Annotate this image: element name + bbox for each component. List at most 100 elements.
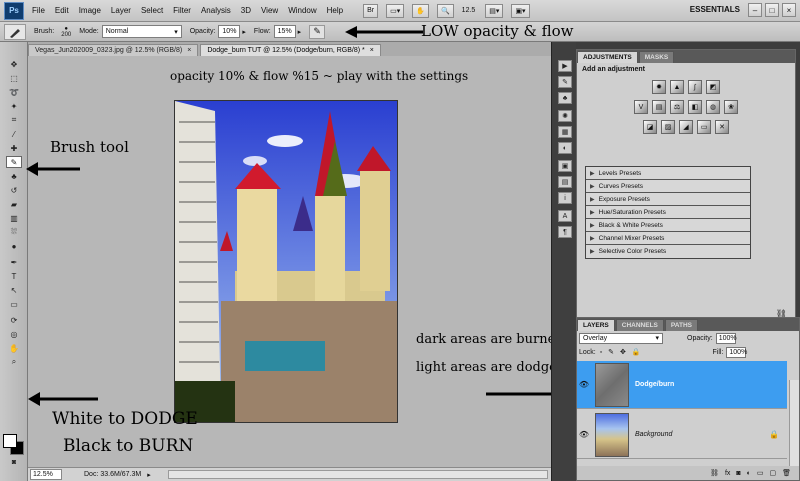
menu-view[interactable]: View <box>261 6 278 15</box>
history-brush-tool-icon[interactable]: ↺ <box>6 184 22 196</box>
tool-preset-picker[interactable] <box>4 23 26 40</box>
gradient-tool-icon[interactable]: ▥ <box>6 212 22 224</box>
foreground-color-swatch[interactable] <box>3 434 17 448</box>
path-select-tool-icon[interactable]: ↖ <box>6 284 22 296</box>
new-group-icon[interactable]: ▭ <box>757 469 764 477</box>
quick-mask-icon[interactable]: ◙ <box>6 456 22 468</box>
shape-tool-icon[interactable]: ▭ <box>6 298 22 310</box>
layers-scrollbar[interactable] <box>789 380 799 466</box>
preset-exposure[interactable]: ▶ Exposure Presets <box>586 193 750 206</box>
maximize-button[interactable]: □ <box>765 3 779 17</box>
horizontal-scrollbar[interactable] <box>168 470 548 479</box>
layer-background[interactable]: 👁 Background 🔒 <box>577 411 787 459</box>
type-tool-icon[interactable]: T <box>6 270 22 282</box>
black-white-icon[interactable]: ◧ <box>688 100 702 114</box>
invert-icon[interactable]: ◪ <box>643 120 657 134</box>
preset-hue-saturation[interactable]: ▶ Hue/Saturation Presets <box>586 206 750 219</box>
trash-icon[interactable]: 🗑 <box>782 469 791 477</box>
tab-paths[interactable]: PATHS <box>664 319 698 331</box>
3d-orbit-tool-icon[interactable]: ◎ <box>6 328 22 340</box>
adjustment-layer-icon[interactable]: ◐ <box>747 470 751 477</box>
dodge-tool-icon[interactable]: ● <box>6 240 22 252</box>
layer-opacity-input[interactable]: 100% <box>715 332 737 344</box>
exposure-icon[interactable]: ◩ <box>706 80 720 94</box>
move-tool-icon[interactable]: ✥ <box>6 58 22 70</box>
tab-masks[interactable]: MASKS <box>638 51 675 63</box>
paint-bucket-tool-icon[interactable]: ⛆ <box>6 226 22 238</box>
status-zoom-input[interactable]: 12.5% <box>30 469 62 480</box>
tab-vegas-photo[interactable]: Vegas_Jun202009_0323.jpg @ 12.5% (RGB/8)… <box>28 44 199 56</box>
close-button[interactable]: × <box>782 3 796 17</box>
lock-options-icon[interactable]: ▫ ✎ ✥ 🔒 <box>600 348 643 356</box>
quick-select-tool-icon[interactable]: ✦ <box>6 100 22 112</box>
vibrance-icon[interactable]: V <box>634 100 648 114</box>
close-icon[interactable]: × <box>187 47 191 54</box>
eye-icon[interactable]: 👁 <box>577 430 591 439</box>
close-icon[interactable]: × <box>370 47 374 54</box>
document-image[interactable] <box>174 100 398 423</box>
pen-tool-icon[interactable]: ✒ <box>6 256 22 268</box>
clone-stamp-tool-icon[interactable]: ♣ <box>6 170 22 182</box>
menu-help[interactable]: Help <box>327 6 343 15</box>
lasso-tool-icon[interactable]: ➰ <box>6 86 22 98</box>
menu-3d[interactable]: 3D <box>241 6 251 15</box>
zoom-tool-button[interactable]: 🔍 <box>436 3 454 18</box>
clone-source-icon[interactable]: ♣ <box>558 92 572 104</box>
tab-layers[interactable]: LAYERS <box>577 319 615 331</box>
tab-dodge-burn[interactable]: Dodge_burn TUT @ 12.5% (Dodge/burn, RGB/… <box>200 44 381 56</box>
eye-icon[interactable]: 👁 <box>577 380 591 389</box>
crop-tool-icon[interactable]: ⌗ <box>6 114 22 126</box>
blend-mode-select[interactable]: Overlay ▾ <box>579 332 663 344</box>
hue-saturation-icon[interactable]: ▤ <box>652 100 666 114</box>
preset-levels[interactable]: ▶ Levels Presets <box>586 167 750 180</box>
navigator-panel-icon[interactable]: ▣ <box>558 160 572 172</box>
preset-black-white[interactable]: ▶ Black & White Presets <box>586 219 750 232</box>
arrange-documents-button[interactable]: ▤▾ <box>485 3 504 18</box>
menu-file[interactable]: File <box>32 6 45 15</box>
minimize-button[interactable]: – <box>748 3 762 17</box>
menu-filter[interactable]: Filter <box>173 6 191 15</box>
marquee-tool-icon[interactable]: ⬚ <box>6 72 22 84</box>
menu-window[interactable]: Window <box>288 6 316 15</box>
view-extras-button[interactable]: ▭▾ <box>386 3 405 18</box>
levels-icon[interactable]: ▲ <box>670 80 684 94</box>
menu-layer[interactable]: Layer <box>111 6 131 15</box>
brightness-icon[interactable]: ✹ <box>652 80 666 94</box>
color-panel-icon[interactable]: ✺ <box>558 110 572 122</box>
threshold-icon[interactable]: ◢ <box>679 120 693 134</box>
brushes-panel-icon[interactable]: ✎ <box>558 76 572 88</box>
status-menu-icon[interactable]: ▸ <box>147 471 151 479</box>
tab-channels[interactable]: CHANNELS <box>615 319 664 331</box>
preset-selective-color[interactable]: ▶ Selective Color Presets <box>586 245 750 258</box>
play-icon[interactable]: ▶ <box>558 60 572 72</box>
bridge-button[interactable]: Br <box>363 3 379 18</box>
histogram-panel-icon[interactable]: ▤ <box>558 176 572 188</box>
workspace-switcher[interactable]: ESSENTIALS <box>690 5 740 14</box>
styles-panel-icon[interactable]: ◐ <box>558 142 572 154</box>
posterize-icon[interactable]: ▨ <box>661 120 675 134</box>
zoom-level[interactable]: 12.5 <box>462 7 476 14</box>
healing-brush-tool-icon[interactable]: ✚ <box>6 142 22 154</box>
preset-channel-mixer[interactable]: ▶ Channel Mixer Presets <box>586 232 750 245</box>
menu-edit[interactable]: Edit <box>55 6 69 15</box>
swatches-panel-icon[interactable]: ▦ <box>558 126 572 138</box>
layer-style-icon[interactable]: fx <box>725 470 730 477</box>
menu-analysis[interactable]: Analysis <box>201 6 231 15</box>
flow-dropdown-icon[interactable]: ▸ <box>298 28 302 36</box>
airbrush-toggle[interactable]: ✎ <box>309 24 326 39</box>
menu-select[interactable]: Select <box>141 6 163 15</box>
paragraph-panel-icon[interactable]: ¶ <box>558 226 572 238</box>
eraser-tool-icon[interactable]: ▰ <box>6 198 22 210</box>
curves-icon[interactable]: ∫ <box>688 80 702 94</box>
gradient-map-icon[interactable]: ▭ <box>697 120 711 134</box>
preset-curves[interactable]: ▶ Curves Presets <box>586 180 750 193</box>
mode-select[interactable]: Normal ▾ <box>101 25 182 38</box>
brush-picker[interactable]: ● 200 <box>61 26 71 38</box>
brush-tool-icon[interactable]: ✎ <box>6 156 22 168</box>
opacity-dropdown-icon[interactable]: ▸ <box>242 28 246 36</box>
zoom-tool-icon[interactable]: ⌕ <box>6 356 22 368</box>
opacity-input[interactable]: 10% <box>218 25 241 38</box>
hand-tool-icon[interactable]: ✋ <box>6 342 22 354</box>
selective-color-icon[interactable]: ✕ <box>715 120 729 134</box>
screen-mode-button[interactable]: ▣▾ <box>511 3 530 18</box>
